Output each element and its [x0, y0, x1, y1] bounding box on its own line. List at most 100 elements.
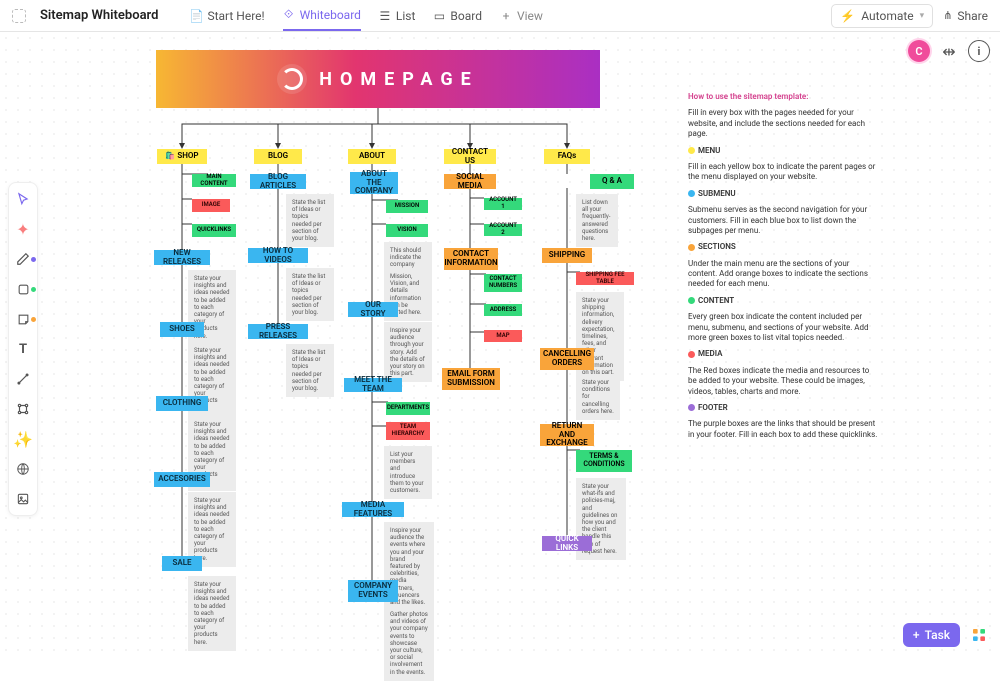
top-bar: Sitemap Whiteboard 📄 Start Here! ⟐ White… [0, 0, 1000, 32]
tab-label: List [396, 9, 416, 23]
apps-icon[interactable] [968, 624, 990, 646]
legend-intro: Fill in every box with the pages needed … [688, 108, 878, 139]
sub-accessories[interactable]: ACCESORIES [154, 472, 210, 487]
section-contact-info[interactable]: CONTACT INFORMATION [444, 248, 498, 270]
tab-label: Start Here! [207, 9, 264, 23]
section-quicklinks[interactable]: QUICKLINKS [192, 224, 236, 237]
sub-our-story[interactable]: OUR STORY [348, 302, 398, 317]
web-tool[interactable] [13, 459, 33, 479]
content-address[interactable]: ADDRESS [484, 304, 522, 316]
sub-media-features[interactable]: MEDIA FEATURES [342, 502, 404, 517]
media-map[interactable]: MAP [484, 330, 522, 342]
sub-blog-articles[interactable]: BLOG ARTICLES [250, 174, 306, 189]
plus-icon: + [913, 628, 920, 642]
section-email-form[interactable]: EMAIL FORM SUBMISSION [442, 368, 500, 390]
shape-tool[interactable] [13, 279, 33, 299]
media-team-hierarchy[interactable]: TEAM HIERARCHY [386, 422, 430, 440]
section-shipping[interactable]: SHIPPING [542, 248, 592, 263]
content-account2[interactable]: ACCOUNT 2 [484, 224, 522, 236]
note[interactable]: State the list of Ideas or topics needed… [286, 344, 334, 397]
tab-board[interactable]: ▭ Board [433, 2, 482, 30]
sub-company-events[interactable]: COMPANY EVENTS [348, 580, 398, 602]
sub-how-to-videos[interactable]: HOW TO VIDEOS [248, 248, 308, 263]
note[interactable]: Inspire your audience through your story… [384, 322, 432, 382]
banner-logo-icon [277, 64, 307, 94]
legend-panel[interactable]: How to use the sitemap template: Fill in… [688, 92, 878, 446]
sub-sale[interactable]: SALE [162, 556, 202, 571]
menu-about[interactable]: ABOUT [348, 149, 396, 164]
sub-about-company[interactable]: ABOUT THE COMPANY [350, 172, 398, 194]
doc-icon: 📄 [190, 10, 202, 22]
section-cancelling[interactable]: CANCELLING ORDERS [540, 348, 594, 370]
tab-whiteboard[interactable]: ⟐ Whiteboard [283, 1, 361, 31]
bolt-icon: ⚡ [840, 9, 855, 23]
media-shipping-table[interactable]: SHIPPING FEE TABLE [576, 272, 634, 285]
note[interactable]: State your insights and ideas needed to … [188, 576, 236, 651]
left-toolbar: ✦ T ✨ [8, 182, 38, 516]
topbar-left: Sitemap Whiteboard 📄 Start Here! ⟐ White… [12, 1, 543, 31]
note[interactable]: State your conditions for cancelling ord… [576, 374, 620, 420]
content-account1[interactable]: ACCOUNT 1 [484, 198, 522, 210]
tab-list[interactable]: ☰ List [379, 2, 416, 30]
footer-quick-links[interactable]: QUICK LINKS [542, 536, 592, 551]
ai-tool[interactable]: ✦ [13, 219, 33, 239]
topbar-right: ⚡ Automate ▾ ⋔ Share [831, 4, 988, 28]
share-icon: ⋔ [943, 9, 952, 22]
canvas-bottom-right: + Task [903, 623, 990, 647]
canvas-top-right: C ⇹ i [908, 40, 990, 62]
legend-title: How to use the sitemap template: [688, 92, 878, 102]
fit-icon[interactable]: ⇹ [938, 40, 960, 62]
menu-blog[interactable]: BLOG [254, 149, 302, 164]
banner-text: HOMEPAGE [319, 69, 479, 90]
share-button[interactable]: ⋔ Share [943, 9, 988, 23]
whiteboard-canvas[interactable]: ✦ T ✨ C ⇹ i HOMEPAGE [0, 32, 1000, 657]
sub-shoes[interactable]: SHOES [160, 322, 204, 337]
menu-faqs[interactable]: FAQs [544, 149, 590, 164]
section-main-content[interactable]: MAIN CONTENT [192, 174, 236, 187]
chevron-down-icon: ▾ [920, 11, 925, 21]
sub-new-releases[interactable]: NEW RELEASES [154, 250, 210, 265]
sub-meet-team[interactable]: MEET THE TEAM [344, 378, 402, 392]
tab-label: Whiteboard [300, 8, 361, 22]
more-tool[interactable] [13, 399, 33, 419]
text-tool[interactable]: T [13, 339, 33, 359]
note[interactable]: List down all your frequently-answered q… [576, 194, 618, 247]
connector-tool[interactable] [13, 369, 33, 389]
menu-shop[interactable]: 🛍️ SHOP [157, 149, 207, 164]
info-icon[interactable]: i [968, 40, 990, 62]
note[interactable]: Gather photos and videos of your company… [384, 606, 434, 681]
task-button[interactable]: + Task [903, 623, 960, 647]
magic-tool[interactable]: ✨ [13, 429, 33, 449]
sticky-tool[interactable] [13, 309, 33, 329]
board-icon: ▭ [433, 10, 445, 22]
automate-button[interactable]: ⚡ Automate ▾ [831, 4, 933, 28]
note[interactable]: State the list of Ideas or topics needed… [286, 194, 334, 247]
section-return-exchange[interactable]: RETURN AND EXCHANGE [540, 424, 594, 446]
tab-start-here[interactable]: 📄 Start Here! [190, 2, 264, 30]
sub-clothing[interactable]: CLOTHING [156, 396, 208, 411]
automate-label: Automate [861, 9, 913, 23]
note[interactable]: List your members and introduce them to … [384, 446, 432, 499]
plus-icon: + [500, 10, 512, 22]
share-label: Share [957, 9, 988, 23]
task-label: Task [925, 628, 950, 642]
content-contact-numbers[interactable]: CONTACT NUMBERS [484, 274, 522, 292]
image-tool[interactable] [13, 489, 33, 509]
section-departments[interactable]: DEPARTMENTS [386, 402, 430, 415]
menu-contact[interactable]: CONTACT US [444, 149, 496, 164]
content-terms[interactable]: TERMS & CONDITIONS [576, 450, 632, 472]
pen-tool[interactable] [13, 249, 33, 269]
homepage-banner[interactable]: HOMEPAGE [156, 50, 600, 108]
avatar[interactable]: C [908, 40, 930, 62]
section-vision[interactable]: VISION [386, 224, 428, 237]
content-qa[interactable]: Q & A [590, 174, 634, 189]
select-tool[interactable] [13, 189, 33, 209]
section-social-media[interactable]: SOCIAL MEDIA [444, 174, 496, 189]
sub-press-releases[interactable]: PRESS RELEASES [248, 324, 308, 339]
add-view-button[interactable]: + View [500, 2, 543, 30]
page-title: Sitemap Whiteboard [40, 8, 158, 23]
media-image[interactable]: IMAGE [192, 199, 230, 212]
section-mission[interactable]: MISSION [386, 200, 428, 213]
note[interactable]: State the list of Ideas or topics needed… [286, 268, 334, 321]
space-icon [12, 9, 26, 23]
